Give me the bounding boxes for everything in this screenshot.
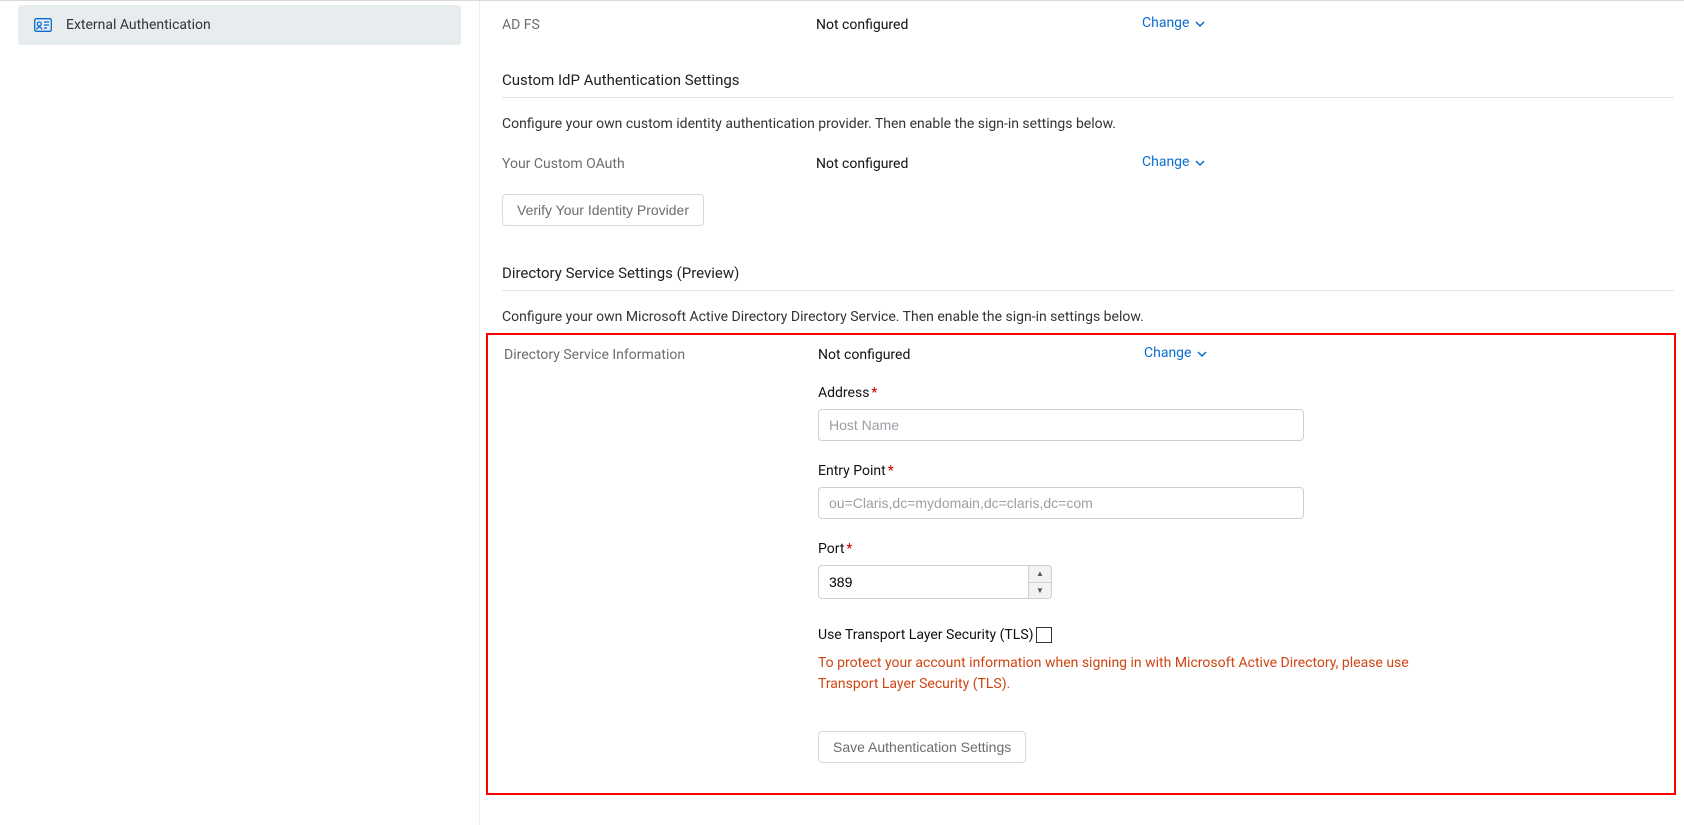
sidebar-item-external-authentication[interactable]: External Authentication [18,5,461,45]
link-label: Change [1142,154,1189,170]
sidebar-item-label: External Authentication [66,17,211,33]
directory-highlight-box: Directory Service Information Not config… [486,333,1676,795]
required-marker: * [846,541,852,557]
chevron-down-icon [1195,15,1205,31]
port-label: Port* [818,541,1458,557]
divider [502,97,1674,98]
adfs-label: AD FS [502,15,816,33]
entry-point-input[interactable] [818,487,1304,519]
adfs-change-link[interactable]: Change [1142,15,1205,31]
app-root: External Authentication AD FS Not config… [0,0,1684,825]
chevron-down-icon [1195,154,1205,170]
label-text: Entry Point [818,463,886,479]
adfs-status: Not configured [816,15,1142,33]
port-stepper[interactable]: ▲ ▼ [818,565,1052,599]
adfs-row: AD FS Not configured Change [480,15,1684,33]
divider [502,290,1674,291]
custom-idp-heading: Custom IdP Authentication Settings [480,71,1684,89]
port-input[interactable] [819,566,1028,598]
save-auth-settings-button[interactable]: Save Authentication Settings [818,731,1026,763]
step-up-button[interactable]: ▲ [1029,566,1051,582]
tls-warning: To protect your account information when… [818,653,1418,695]
tls-checkbox[interactable] [1036,627,1052,643]
required-marker: * [888,463,894,479]
chevron-down-icon [1197,345,1207,361]
stepper-controls: ▲ ▼ [1028,566,1051,598]
label-text: Address [818,385,869,401]
directory-info-status: Not configured [818,345,1144,363]
custom-idp-description: Configure your own custom identity authe… [480,116,1684,132]
directory-description: Configure your own Microsoft Active Dire… [480,309,1684,325]
id-card-icon [34,18,52,32]
custom-oauth-status: Not configured [816,154,1142,172]
address-label: Address* [818,385,1458,401]
custom-oauth-row: Your Custom OAuth Not configured Change [480,154,1684,172]
link-label: Change [1144,345,1191,361]
directory-info-label: Directory Service Information [504,345,818,363]
required-marker: * [871,385,877,401]
directory-change-link[interactable]: Change [1144,345,1207,361]
verify-idp-button[interactable]: Verify Your Identity Provider [502,194,704,226]
step-down-button[interactable]: ▼ [1029,582,1051,599]
custom-oauth-change-link[interactable]: Change [1142,154,1205,170]
sidebar: External Authentication [0,1,480,825]
custom-oauth-label: Your Custom OAuth [502,154,816,172]
directory-form: Address* Entry Point* Port* ▲ ▼ [818,385,1458,763]
link-label: Change [1142,15,1189,31]
directory-info-row: Directory Service Information Not config… [488,345,1674,363]
address-input[interactable] [818,409,1304,441]
tls-row: Use Transport Layer Security (TLS) [818,627,1458,643]
main-content: AD FS Not configured Change Custom IdP A… [480,1,1684,825]
entry-point-label: Entry Point* [818,463,1458,479]
label-text: Port [818,541,844,557]
tls-label: Use Transport Layer Security (TLS) [818,627,1034,643]
directory-heading: Directory Service Settings (Preview) [480,264,1684,282]
